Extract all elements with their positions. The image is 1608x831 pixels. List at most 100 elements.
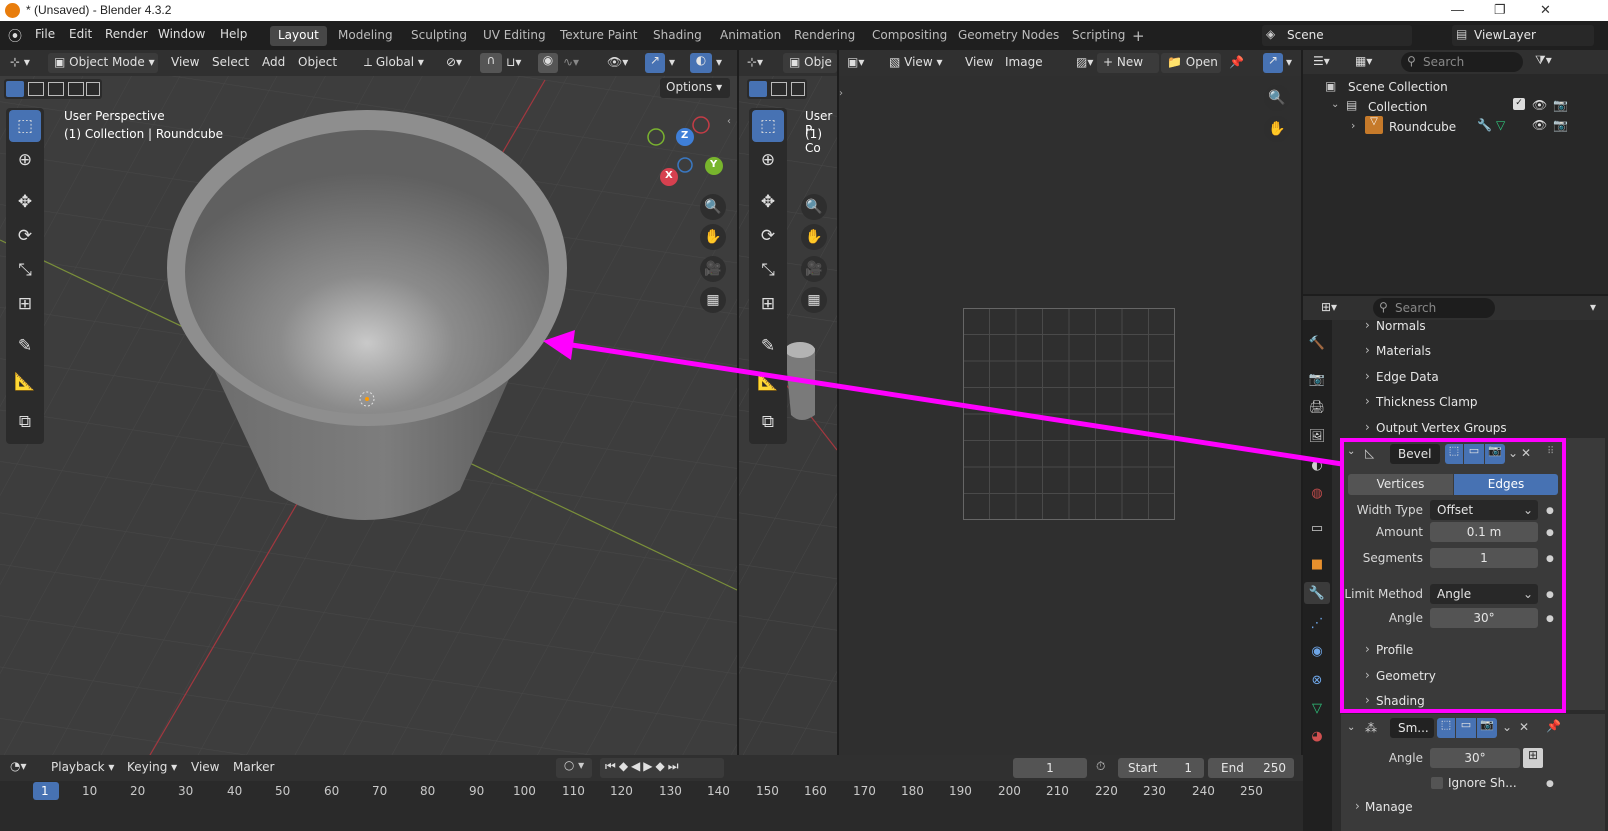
smooth-render-icon[interactable]: 📷	[1477, 718, 1497, 738]
scale-tool-icon[interactable]: ⤡	[9, 254, 41, 286]
editmode-toggle-icon[interactable]: ⬚	[1445, 444, 1463, 464]
section-materials[interactable]: Materials	[1376, 344, 1431, 358]
outliner-collection[interactable]: Collection	[1368, 100, 1427, 114]
image-pan-icon[interactable]: ✋	[1264, 116, 1290, 142]
scene-selector[interactable]: ◈ Scene	[1262, 25, 1412, 46]
tab-layout[interactable]: Layout	[270, 26, 327, 46]
physics-tab-icon[interactable]: ◉	[1306, 640, 1328, 662]
tab-geometry-nodes[interactable]: Geometry Nodes	[950, 26, 1067, 46]
image-gizmo-dropdown-icon[interactable]: ▾	[1286, 55, 1292, 69]
auto-keying-icon[interactable]: ○ ▾	[556, 758, 592, 778]
properties-type-icon[interactable]: ⊞▾	[1321, 300, 1337, 314]
tab-shading[interactable]: Shading	[645, 26, 710, 46]
editor-type-icon-2[interactable]: ⊹▾	[747, 55, 763, 69]
image-menu-image[interactable]: Image	[1005, 55, 1043, 69]
keyframe-dot-icon[interactable]: ●	[1546, 506, 1554, 516]
keyframe-dot-icon[interactable]: ●	[1546, 779, 1554, 789]
image-editor[interactable]: ▣▾ ▧ View ▾ View Image ▨▾ + New 📁 Open 📌…	[839, 50, 1301, 755]
current-frame-field[interactable]: 1	[1013, 758, 1087, 778]
close-icon[interactable]: ✕	[1540, 2, 1551, 18]
cursor-tool-icon[interactable]: ⊕	[9, 144, 41, 176]
select-intersect-icon[interactable]	[86, 82, 100, 96]
drag-handle-icon[interactable]: ⠿	[1547, 446, 1554, 457]
timeline-menu-keying[interactable]: Keying ▾	[127, 760, 177, 774]
scene-tab-icon[interactable]: ◐	[1306, 454, 1328, 476]
menu-file[interactable]: File	[35, 27, 55, 41]
minimize-icon[interactable]: —	[1451, 2, 1464, 17]
next-key-icon[interactable]: ◆	[656, 759, 668, 773]
bevel-tab-vertices[interactable]: Vertices	[1348, 474, 1453, 495]
bevel-collapse-icon[interactable]: ⌄	[1347, 446, 1355, 457]
section-thickness-clamp[interactable]: Thickness Clamp	[1376, 395, 1478, 409]
constraints-tab-icon[interactable]: ⊗	[1306, 669, 1328, 691]
zoom-icon-2[interactable]: 🔍	[801, 194, 827, 220]
menu-help[interactable]: Help	[220, 27, 247, 41]
modifier-wrench-icon[interactable]: 🔧	[1477, 118, 1492, 132]
pan-hand-icon[interactable]: ✋	[700, 224, 726, 250]
select-new-icon-2[interactable]	[749, 81, 767, 97]
filter-icon[interactable]: ⧩▾	[1535, 53, 1552, 68]
maximize-icon[interactable]: ❐	[1494, 2, 1506, 18]
render-camera-icon[interactable]: 📷	[1553, 98, 1568, 112]
menu-add[interactable]: Add	[262, 55, 285, 69]
keyframe-dot-icon[interactable]: ●	[1546, 528, 1554, 538]
mode-dropdown-2[interactable]: ▣ Obje	[783, 53, 837, 73]
tab-texture-paint[interactable]: Texture Paint	[552, 26, 645, 46]
timeline-menu-marker[interactable]: Marker	[233, 760, 274, 774]
rotate-tool-icon-2[interactable]: ⟳	[752, 220, 784, 252]
select-new-icon[interactable]	[6, 81, 24, 97]
keyframe-dot-icon[interactable]: ●	[1546, 554, 1554, 564]
bevel-remove-icon[interactable]: ✕	[1521, 446, 1531, 460]
menu-render[interactable]: Render	[105, 27, 148, 41]
outliner-scene-collection[interactable]: Scene Collection	[1348, 80, 1448, 94]
menu-window[interactable]: Window	[158, 27, 205, 41]
transform-orientation-dropdown[interactable]: ⟂ Global ▾	[358, 53, 436, 73]
pin-icon[interactable]: 📌	[1229, 55, 1244, 69]
mesh-data-icon[interactable]: ▽	[1496, 118, 1505, 132]
menu-select[interactable]: Select	[212, 55, 249, 69]
menu-view[interactable]: View	[171, 55, 199, 69]
snap-target-icon[interactable]: ⊔▾	[506, 55, 521, 69]
modifier-tab-icon[interactable]: 🔧	[1304, 582, 1330, 604]
properties-options-icon[interactable]: ▾	[1590, 300, 1596, 314]
open-image-button[interactable]: 📁 Open	[1161, 53, 1221, 73]
angle-field[interactable]: 30°	[1430, 608, 1538, 628]
collection-tab-icon[interactable]: ▭	[1306, 517, 1328, 539]
camera-view-icon[interactable]: 🎥	[700, 256, 726, 282]
select-extend-icon-2[interactable]	[771, 82, 787, 96]
overlay-dropdown-icon[interactable]: ▾	[716, 55, 722, 69]
zoom-icon[interactable]: 🔍	[700, 194, 726, 220]
measure-tool-icon-2[interactable]: 📐	[752, 366, 784, 398]
image-sidebar-toggle-icon[interactable]: ›	[839, 88, 843, 99]
image-browse-icon[interactable]: ▨▾	[1076, 55, 1093, 69]
tab-modeling[interactable]: Modeling	[330, 26, 401, 46]
falloff-icon[interactable]: ∿▾	[563, 55, 579, 69]
annotate-tool-icon-2[interactable]: ✎	[752, 330, 784, 362]
secondary-3d-viewport[interactable]: ⊹▾ ▣ Obje User P (1) Co ⬚ ⊕ ✥ ⟳ ⤡ ⊞ ✎ 📐 …	[739, 50, 837, 755]
start-frame-field[interactable]: Start 1	[1118, 758, 1204, 778]
render-toggle-icon[interactable]: 📷	[1485, 444, 1505, 464]
playback-controls[interactable]: ⏮◆◀▶◆⏭	[600, 758, 724, 778]
segments-field[interactable]: 1	[1430, 548, 1538, 568]
jump-end-icon[interactable]: ⏭	[668, 759, 682, 773]
select-box-tool-icon[interactable]: ⬚	[9, 110, 41, 142]
scale-tool-icon-2[interactable]: ⤡	[752, 254, 784, 286]
object-tab-icon[interactable]: ■	[1306, 553, 1328, 575]
overlay-toggle-icon[interactable]: ◐	[690, 53, 712, 73]
perspective-grid-icon[interactable]: ▦	[700, 287, 726, 313]
keyframe-dot-icon[interactable]: ●	[1546, 614, 1554, 624]
image-view-mode-dropdown[interactable]: ▧ View ▾	[883, 53, 947, 73]
collapse-chevron-icon[interactable]: ⌄	[1331, 99, 1339, 110]
visibility-icon[interactable]: 👁▾	[607, 55, 628, 69]
navigation-gizmo[interactable]	[645, 115, 725, 190]
timeline-type-icon[interactable]: ◔▾	[10, 759, 27, 773]
annotate-tool-icon[interactable]: ✎	[9, 330, 41, 362]
manage-subsection[interactable]: Manage	[1365, 800, 1413, 814]
play-icon[interactable]: ▶	[643, 759, 655, 773]
perspective-grid-icon-2[interactable]: ▦	[801, 287, 827, 313]
outliner-search-input[interactable]: ⚲ Search	[1401, 52, 1523, 72]
subsection-shading[interactable]: Shading	[1376, 694, 1425, 708]
outliner-roundcube[interactable]: Roundcube	[1389, 120, 1456, 134]
amount-field[interactable]: 0.1 m	[1430, 522, 1538, 542]
smooth-editmode-icon[interactable]: ⬚	[1437, 718, 1455, 738]
